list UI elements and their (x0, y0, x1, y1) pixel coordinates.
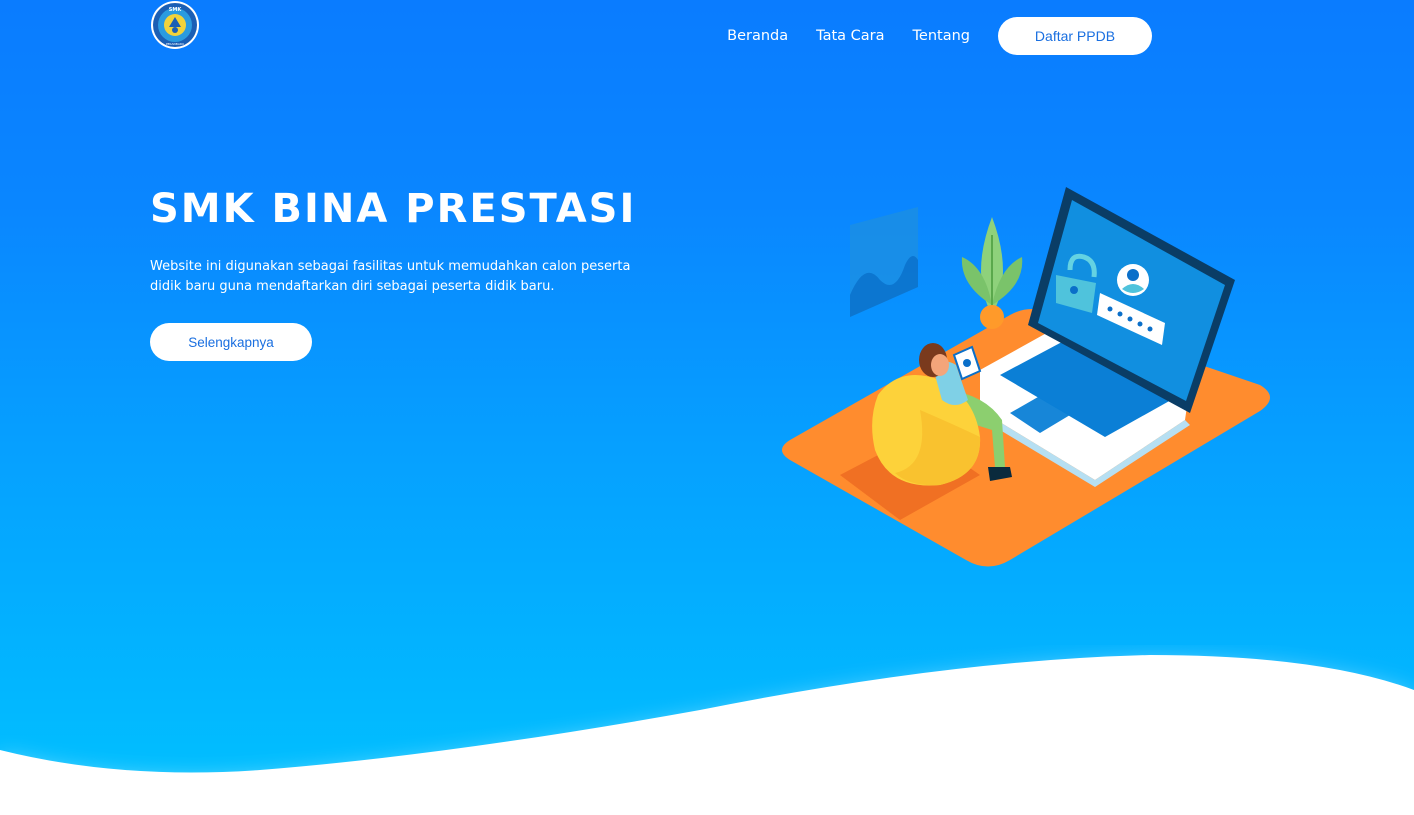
daftar-ppdb-button[interactable]: Daftar PPDB (998, 17, 1152, 55)
plant-icon (961, 217, 1023, 329)
login-illustration (782, 187, 1270, 567)
svg-text:SMK: SMK (169, 7, 183, 13)
school-logo-icon[interactable]: SMK PEKANBARU (150, 0, 200, 50)
bottom-wave (0, 655, 1414, 815)
selengkapnya-button[interactable]: Selengkapnya (150, 323, 312, 361)
landing-page: SMK PEKANBARU Beranda Tata Cara Tentang … (0, 0, 1414, 815)
svg-text:PEKANBARU: PEKANBARU (166, 42, 184, 46)
hero-title: SMK BINA PRESTASI (150, 186, 637, 232)
nav-link-beranda[interactable]: Beranda (727, 17, 788, 55)
hero-description: Website ini digunakan sebagai fasilitas … (150, 259, 631, 294)
nav-link-tentang[interactable]: Tentang (913, 17, 970, 55)
nav-link-tata-cara[interactable]: Tata Cara (816, 17, 884, 55)
main-nav: Beranda Tata Cara Tentang Daftar PPDB (727, 17, 1152, 55)
user-avatar-icon (1117, 264, 1149, 296)
